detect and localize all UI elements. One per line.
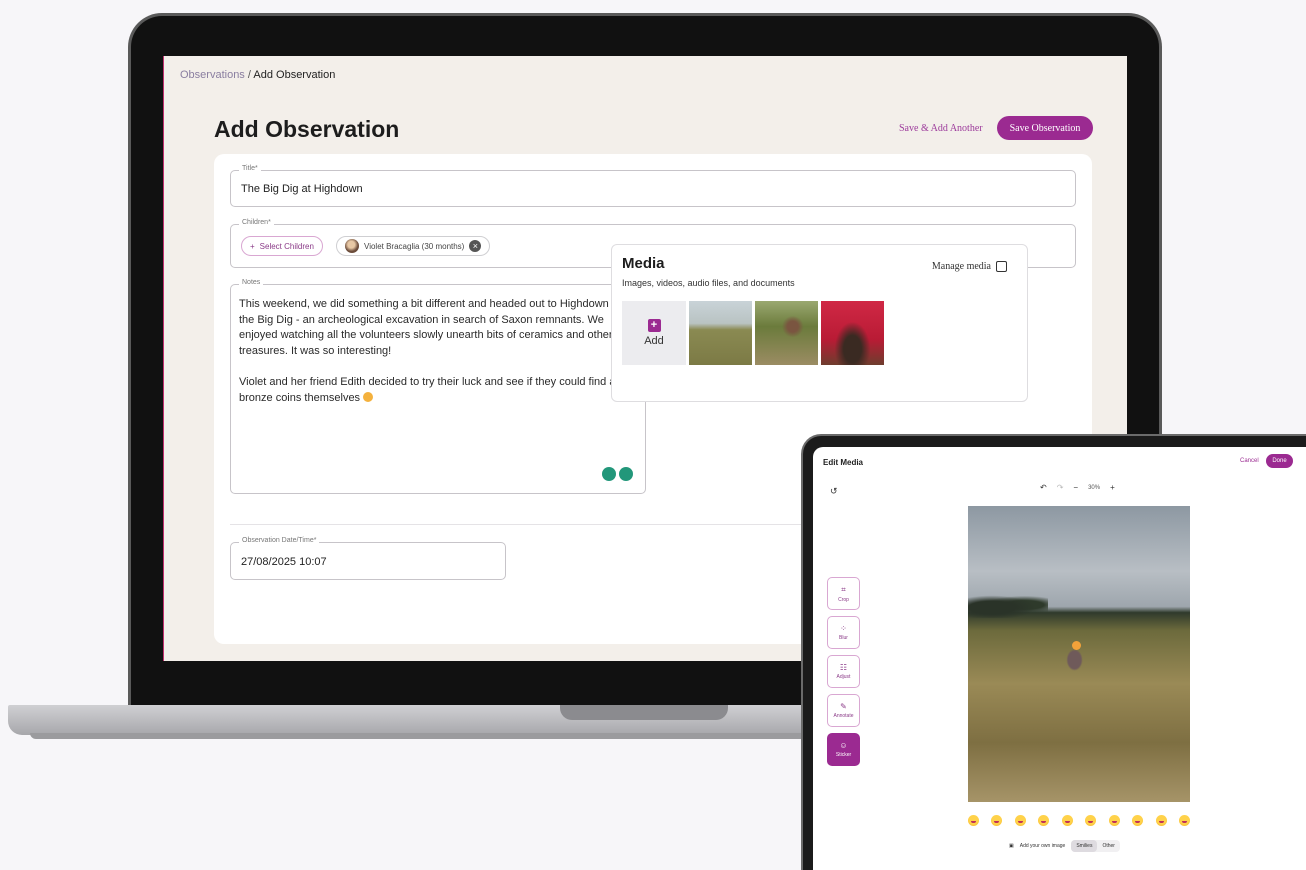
done-button[interactable]: Done xyxy=(1266,454,1293,468)
tablet-screen: Edit Media Cancel Done ↺ ↶ ↷ − 30% + ⌗ C… xyxy=(813,447,1306,870)
zoom-out-icon[interactable]: − xyxy=(1073,483,1078,492)
date-field-label: Observation Date/Time* xyxy=(239,537,320,544)
children-field-label: Children* xyxy=(239,219,274,226)
marketing-composite: Observations / Add Observation Add Obser… xyxy=(0,0,1306,870)
add-own-image-button[interactable]: Add your own image xyxy=(1020,843,1066,849)
zoom-toolbar: ↶ ↷ − 30% + xyxy=(1040,483,1115,492)
smiley-sticker-icon[interactable] xyxy=(1014,815,1026,826)
child-chip[interactable]: Violet Bracaglia (30 months) × xyxy=(336,236,491,256)
zoom-in-icon[interactable]: + xyxy=(1110,483,1115,492)
media-thumbnail[interactable] xyxy=(821,301,884,365)
add-media-button[interactable]: + Add xyxy=(622,301,686,365)
remove-child-icon[interactable]: × xyxy=(469,240,482,252)
tab-smilies[interactable]: Smilies xyxy=(1071,840,1098,852)
add-media-icon: + xyxy=(647,319,661,332)
notes-paragraph-2: Violet and her friend Edith decided to t… xyxy=(239,375,628,404)
smiley-sticker-icon[interactable] xyxy=(991,815,1003,826)
breadcrumb: Observations / Add Observation xyxy=(180,69,335,81)
lightbulb-icon[interactable] xyxy=(602,467,616,481)
avatar xyxy=(345,239,359,253)
smiley-sticker-icon[interactable] xyxy=(1085,815,1097,826)
breadcrumb-observations[interactable]: Observations xyxy=(180,69,245,81)
page-title: Add Observation xyxy=(214,116,400,142)
smiley-sticker-icon[interactable] xyxy=(1132,815,1144,826)
sticker-category-toggle: Smilies Other xyxy=(1071,840,1120,852)
edited-photo[interactable] xyxy=(968,506,1190,802)
add-media-label: Add xyxy=(644,335,664,347)
child-chip-label: Violet Bracaglia (30 months) xyxy=(364,241,465,251)
sticker-options: ▣ Add your own image Smilies Other xyxy=(1009,840,1120,852)
blur-label: Blur xyxy=(839,635,848,641)
title-input[interactable]: The Big Dig at Highdown xyxy=(241,183,363,195)
save-add-another-button[interactable]: Save & Add Another xyxy=(899,123,983,134)
notes-tools xyxy=(602,467,633,481)
smiley-sticker-icon[interactable] xyxy=(1155,815,1167,826)
annotate-tool-button[interactable]: ✎ Annotate xyxy=(827,694,860,727)
plus-icon: + xyxy=(250,241,255,251)
adjust-icon: ☷ xyxy=(839,663,848,672)
image-icon: ▣ xyxy=(1009,843,1014,849)
select-children-label: Select Children xyxy=(259,241,314,251)
photo-trees xyxy=(968,592,1048,618)
emoji-icon xyxy=(363,391,374,402)
sticker-tool-button[interactable]: ☺ Sticker xyxy=(827,733,860,766)
notes-paragraph-1: This weekend, we did something a bit dif… xyxy=(239,298,625,357)
adjust-label: Adjust xyxy=(836,674,851,680)
notes-field-label: Notes xyxy=(239,279,264,286)
smiley-sticker-icon[interactable] xyxy=(1108,815,1120,826)
crop-tool-button[interactable]: ⌗ Crop xyxy=(827,577,860,610)
blur-icon: ⁘ xyxy=(840,624,847,633)
laptop-notch xyxy=(560,705,728,720)
smiley-sticker-icon[interactable] xyxy=(1178,815,1190,826)
crop-icon: ⌗ xyxy=(841,584,846,594)
smiley-sticker-icon[interactable] xyxy=(968,815,979,826)
smiley-sticker-icon[interactable] xyxy=(1061,815,1073,826)
cancel-button[interactable]: Cancel xyxy=(1240,458,1259,464)
breadcrumb-current: Add Observation xyxy=(253,69,336,81)
redo-icon[interactable]: ↷ xyxy=(1057,483,1064,492)
smiley-sticker-icon[interactable] xyxy=(1038,815,1050,826)
date-input[interactable]: 27/08/2025 10:07 xyxy=(241,556,327,568)
blur-tool-button[interactable]: ⁘ Blur xyxy=(827,616,860,649)
breadcrumb-separator: / xyxy=(247,69,251,81)
undo-icon[interactable]: ↶ xyxy=(1040,483,1047,492)
media-title: Media xyxy=(622,255,665,272)
sticker-picker xyxy=(968,815,1190,826)
adjust-tool-button[interactable]: ☷ Adjust xyxy=(827,655,860,688)
reset-icon[interactable]: ↺ xyxy=(830,486,838,497)
copy-icon xyxy=(996,261,1007,272)
manage-media-button[interactable]: Manage media xyxy=(932,261,1007,272)
title-field[interactable]: Title* The Big Dig at Highdown xyxy=(230,165,1076,207)
tab-other[interactable]: Other xyxy=(1097,840,1120,852)
title-field-label: Title* xyxy=(239,165,261,172)
placed-sticker[interactable] xyxy=(1072,641,1081,650)
manage-media-label: Manage media xyxy=(931,261,991,272)
pencil-icon: ✎ xyxy=(840,702,847,711)
date-field[interactable]: Observation Date/Time* 27/08/2025 10:07 xyxy=(230,537,506,580)
save-observation-button[interactable]: Save Observation xyxy=(997,116,1093,140)
edit-media-title: Edit Media xyxy=(823,458,864,467)
sticker-icon: ☺ xyxy=(839,741,848,750)
media-thumbnail[interactable] xyxy=(689,301,752,365)
zoom-level: 30% xyxy=(1088,484,1101,491)
media-subtitle: Images, videos, audio files, and documen… xyxy=(622,278,795,288)
annotate-label: Annotate xyxy=(833,713,854,719)
edit-tools: ⌗ Crop ⁘ Blur ☷ Adjust ✎ Annotate ☺ Stic… xyxy=(827,577,860,766)
media-panel: Media Images, videos, audio files, and d… xyxy=(611,244,1028,402)
notes-textarea[interactable]: This weekend, we did something a bit dif… xyxy=(239,297,631,406)
select-children-button[interactable]: + Select Children xyxy=(241,236,323,256)
crop-label: Crop xyxy=(838,596,849,603)
sticker-label: Sticker xyxy=(835,752,852,758)
notes-field[interactable]: Notes This weekend, we did something a b… xyxy=(230,279,646,494)
speech-bubble-icon[interactable] xyxy=(619,467,633,481)
media-thumbnail[interactable] xyxy=(755,301,818,365)
